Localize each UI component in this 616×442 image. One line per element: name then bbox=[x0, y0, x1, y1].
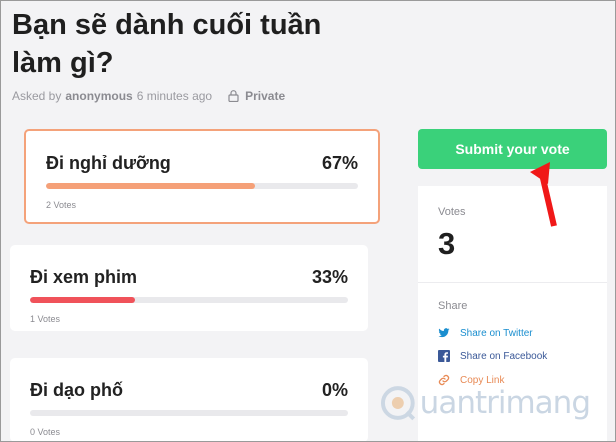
votes-count: 3 bbox=[438, 226, 456, 261]
facebook-icon bbox=[438, 350, 450, 362]
share-twitter-link[interactable]: Share on Twitter bbox=[438, 327, 533, 339]
option-progress-track bbox=[30, 410, 348, 416]
poll-title: Bạn sẽ dành cuối tuần làm gì? bbox=[12, 9, 322, 79]
poll-option-3[interactable]: Đi dạo phố 0% 0 Votes bbox=[10, 358, 368, 442]
panel-divider bbox=[418, 282, 607, 283]
votes-label: Votes bbox=[438, 206, 466, 218]
option-votes: 2 Votes bbox=[46, 200, 77, 210]
option-progress-fill bbox=[30, 297, 135, 303]
share-label: Share bbox=[438, 300, 468, 312]
visibility-label: Private bbox=[245, 89, 286, 103]
red-arrow-icon bbox=[530, 162, 557, 227]
poll-option-2[interactable]: Đi xem phim 33% 1 Votes bbox=[10, 245, 368, 331]
option-votes: 0 Votes bbox=[30, 427, 61, 437]
lock-icon bbox=[228, 90, 239, 102]
asked-by-user: anonymous bbox=[65, 89, 133, 103]
option-label: Đi nghỉ dưỡng bbox=[46, 153, 171, 173]
poll-option-1[interactable]: Đi nghỉ dưỡng 67% 2 Votes bbox=[24, 129, 380, 224]
asked-by-prefix: Asked by bbox=[12, 89, 62, 103]
watermark-logo-icon bbox=[380, 386, 416, 421]
asked-time: 6 minutes ago bbox=[136, 89, 213, 103]
option-progress-track bbox=[30, 297, 348, 303]
share-twitter-label: Share on Twitter bbox=[460, 327, 533, 339]
option-percent: 67% bbox=[321, 153, 358, 173]
twitter-icon bbox=[438, 328, 450, 338]
submit-vote-button[interactable]: Submit your vote bbox=[418, 129, 607, 169]
share-facebook-label: Share on Facebook bbox=[460, 350, 548, 362]
poll-meta: Asked by anonymous 6 minutes ago Private bbox=[12, 89, 285, 103]
option-label: Đi dạo phố bbox=[30, 380, 123, 400]
option-percent: 0% bbox=[321, 380, 348, 400]
option-progress-fill bbox=[46, 183, 256, 189]
option-progress-track bbox=[46, 183, 358, 189]
watermark: uantrimang bbox=[380, 378, 591, 428]
share-facebook-link[interactable]: Share on Facebook bbox=[438, 350, 547, 362]
watermark-text: uantrimang bbox=[419, 385, 591, 421]
option-label: Đi xem phim bbox=[30, 267, 138, 287]
option-percent: 33% bbox=[311, 267, 348, 287]
option-votes: 1 Votes bbox=[30, 314, 61, 324]
